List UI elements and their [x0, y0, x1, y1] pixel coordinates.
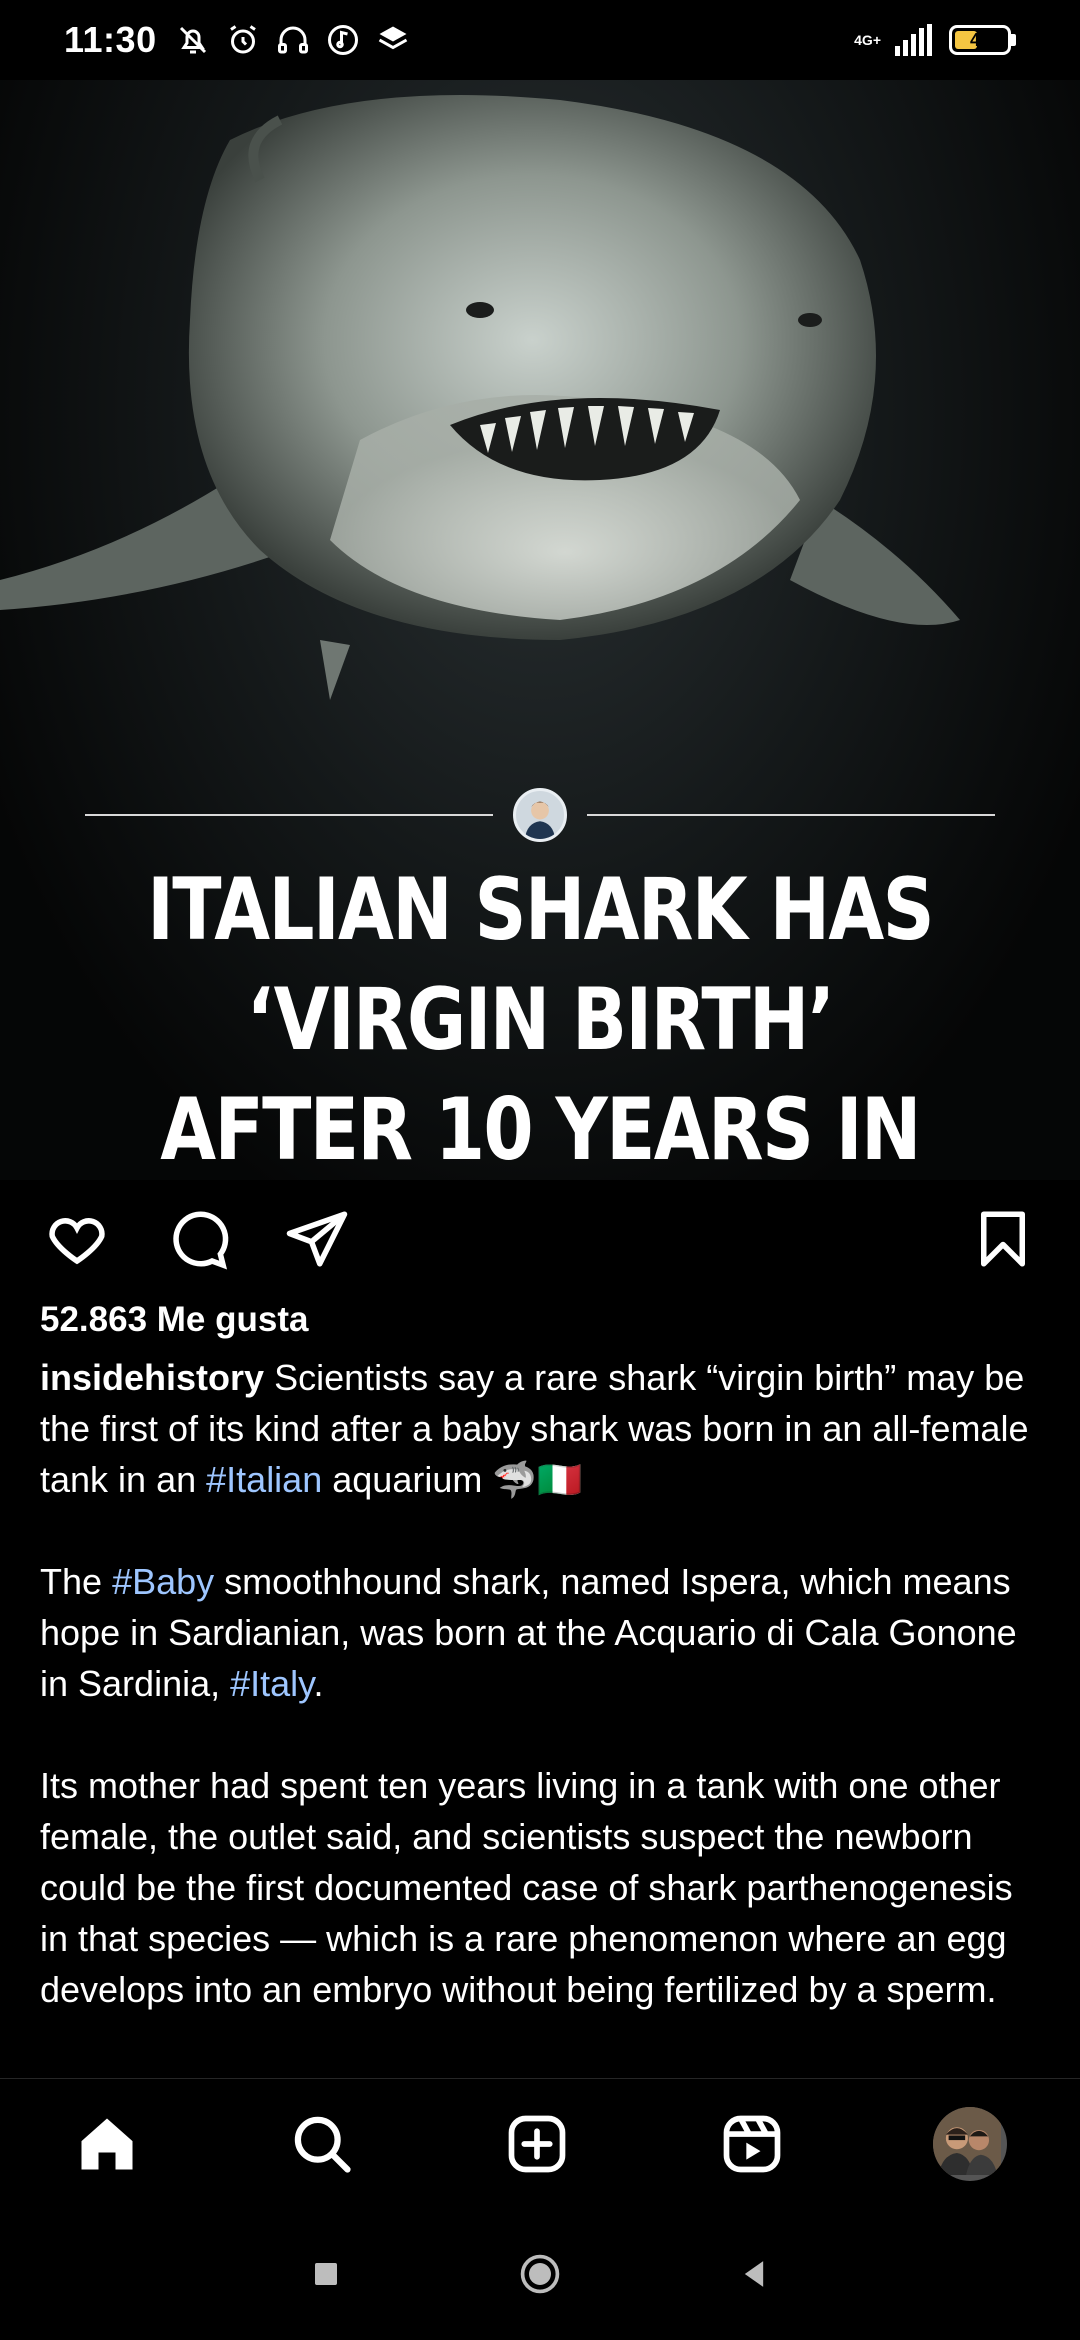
caption-text: .	[313, 1663, 324, 1704]
comment-button[interactable]	[164, 1206, 230, 1272]
share-icon	[286, 1211, 348, 1267]
save-button[interactable]	[970, 1206, 1036, 1272]
comment-icon	[173, 1211, 229, 1270]
system-back-button[interactable]	[732, 2252, 776, 2296]
system-nav-bar	[0, 2208, 1080, 2340]
caption-text: aquarium 🦈🇮🇹	[332, 1459, 582, 1500]
status-bar: 11:30 4G+ 43	[0, 0, 1080, 80]
hashtag-link[interactable]: #Italy	[230, 1663, 313, 1704]
shark-illustration	[0, 95, 960, 700]
headline-divider	[85, 785, 995, 845]
caption-paragraph: The #Baby smoothhound shark, named Isper…	[40, 1556, 1040, 1709]
recents-icon	[315, 2263, 337, 2285]
post-headline: ITALIAN SHARK HAS ‘VIRGIN BIRTH’ AFTER 1…	[147, 860, 935, 1180]
network-type: 4G+	[854, 32, 881, 48]
caption-text: The	[40, 1561, 103, 1602]
nav-create[interactable]	[503, 2110, 571, 2178]
divider-line-right	[587, 814, 995, 816]
clock: 11:30	[64, 19, 157, 60]
alarm-icon	[229, 25, 256, 54]
home-icon	[81, 2118, 133, 2169]
headphones-icon	[277, 26, 308, 54]
nav-search[interactable]	[288, 2110, 356, 2178]
bell-off-icon	[179, 26, 206, 54]
recents-button[interactable]	[304, 2252, 348, 2296]
bookmark-icon	[981, 1211, 1025, 1267]
signal-icon	[895, 24, 932, 56]
hashtag-link[interactable]: #Baby	[112, 1561, 214, 1602]
battery-percent: 43	[969, 29, 991, 50]
system-home-button[interactable]	[518, 2252, 562, 2296]
nav-home[interactable]	[73, 2110, 141, 2178]
battery-indicator: 43	[949, 25, 1011, 55]
caption-text: Its mother had spent ten years living in…	[40, 1765, 1013, 2010]
hashtag-link[interactable]: #Italian	[206, 1459, 322, 1500]
caption-paragraph: Its mother had spent ten years living in…	[40, 1760, 1040, 2015]
post-action-bar	[0, 1195, 1080, 1283]
publisher-avatar-icon	[513, 788, 567, 842]
stack-icon	[378, 26, 407, 50]
caption-paragraph: insidehistory Scientists say a rare shar…	[40, 1352, 1040, 1505]
share-button[interactable]	[284, 1206, 350, 1272]
back-icon	[744, 2261, 764, 2287]
post-image[interactable]: ITALIAN SHARK HAS ‘VIRGIN BIRTH’ AFTER 1…	[0, 80, 1080, 1180]
bottom-nav	[0, 2078, 1080, 2208]
reels-icon	[723, 2115, 781, 2172]
search-icon	[294, 2116, 351, 2173]
create-icon	[508, 2115, 566, 2172]
nav-reels[interactable]	[718, 2110, 786, 2178]
likes-count[interactable]: 52.863 Me gusta	[40, 1300, 308, 1340]
caption-username[interactable]: insidehistory	[40, 1357, 264, 1398]
home-circle-icon	[520, 2254, 560, 2294]
like-button[interactable]	[44, 1206, 110, 1272]
music-note-icon	[327, 25, 358, 55]
heart-icon	[49, 1218, 105, 1265]
post-caption: insidehistory Scientists say a rare shar…	[40, 1352, 1040, 2066]
battery-tip	[1011, 34, 1016, 46]
profile-avatar[interactable]	[932, 2106, 1007, 2181]
divider-line-left	[85, 814, 493, 816]
